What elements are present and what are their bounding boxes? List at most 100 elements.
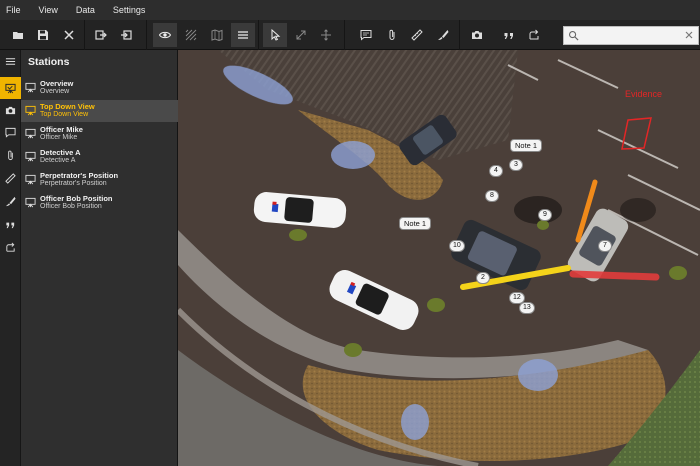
station-name: Overview: [40, 79, 74, 88]
list-menu-icon: [238, 31, 248, 39]
rail-comment-button[interactable]: [0, 121, 21, 143]
toolbar-separator: [258, 20, 259, 50]
move-tool-button[interactable]: [314, 23, 338, 47]
station-name: Perpetrator's Position: [40, 171, 119, 180]
search-input[interactable]: [580, 28, 680, 43]
menu-file[interactable]: File: [6, 5, 21, 15]
station-name: Officer Mike: [40, 125, 83, 134]
station-icon: [25, 174, 36, 185]
camera-icon: [472, 31, 482, 39]
stations-icon: [5, 83, 16, 93]
left-tool-rail: [0, 50, 21, 466]
comment-icon: [360, 30, 372, 41]
marker-4[interactable]: 4: [489, 165, 503, 177]
menu-settings[interactable]: Settings: [113, 5, 146, 15]
open-folder-icon: [13, 32, 23, 39]
rail-quote-button[interactable]: [0, 213, 21, 235]
scene-viewport[interactable]: Evidence Note 1 Note 1 3 4 8 9 10 7 2 12…: [178, 50, 700, 466]
hamburger-menu-icon: [5, 57, 16, 65]
visibility-button[interactable]: [153, 23, 177, 47]
pointer-tool-button[interactable]: [263, 23, 287, 47]
rail-attachment-button[interactable]: [0, 144, 21, 166]
toolbar-separator: [459, 20, 460, 50]
clear-search-icon[interactable]: [684, 30, 694, 40]
station-item-officer-mike[interactable]: Officer Mike Officer Mike: [21, 123, 178, 145]
point-density-button[interactable]: [179, 23, 203, 47]
export-button[interactable]: [114, 23, 138, 47]
brush-icon: [5, 196, 16, 206]
comment-tool-button[interactable]: [354, 23, 378, 47]
station-item-detective-a[interactable]: Detective A Detective A: [21, 146, 178, 168]
station-name: Detective A: [40, 148, 81, 157]
app-window: File View Data Settings Stations Overvie…: [0, 0, 700, 466]
station-item-overview[interactable]: Overview Overview: [21, 77, 178, 99]
evidence-label[interactable]: Evidence: [625, 89, 662, 99]
attachment-tool-button[interactable]: [380, 23, 404, 47]
station-subtitle: Overview: [40, 88, 70, 95]
station-subtitle: Perpetrator's Position: [40, 180, 107, 187]
rail-share-button[interactable]: [0, 236, 21, 258]
close-icon: [64, 30, 74, 40]
stations-title: Stations: [28, 56, 70, 68]
brush-tool-button[interactable]: [431, 23, 455, 47]
car-shadow: [514, 196, 562, 224]
measure-tool-button[interactable]: [405, 23, 429, 47]
comment-icon: [5, 127, 16, 138]
toolbar-separator: [146, 20, 147, 50]
station-icon: [25, 197, 36, 208]
share-icon: [6, 242, 15, 252]
close-button[interactable]: [57, 23, 81, 47]
trajectory-red: [569, 270, 660, 281]
eye-icon: [159, 31, 171, 39]
station-subtitle: Top Down View: [40, 111, 89, 118]
marker-2[interactable]: 2: [476, 272, 490, 284]
search-box[interactable]: [563, 26, 699, 45]
open-folder-button[interactable]: [6, 23, 30, 47]
marker-13[interactable]: 13: [519, 302, 535, 314]
search-icon: [569, 31, 579, 41]
menu-view[interactable]: View: [39, 5, 58, 15]
rail-camera-button[interactable]: [0, 99, 21, 121]
attachment-icon: [8, 150, 13, 160]
marker-3[interactable]: 3: [509, 159, 523, 171]
camera-tool-button[interactable]: [465, 23, 489, 47]
map-button[interactable]: [205, 23, 229, 47]
station-subtitle: Detective A: [40, 157, 76, 164]
station-name: Top Down View: [40, 102, 95, 111]
attachment-icon: [389, 29, 395, 40]
station-icon: [25, 128, 36, 139]
marker-9[interactable]: 9: [538, 209, 552, 221]
save-button[interactable]: [31, 23, 55, 47]
import-icon: [95, 30, 107, 40]
marker-10[interactable]: 10: [449, 240, 465, 252]
expand-tool-button[interactable]: [289, 23, 313, 47]
export-icon: [121, 30, 132, 40]
rail-menu-button[interactable]: [0, 50, 21, 72]
rail-stations-button[interactable]: [0, 77, 21, 99]
note-marker[interactable]: Note 1: [510, 139, 543, 152]
note-marker[interactable]: Note 1: [399, 217, 432, 230]
marker-7[interactable]: 7: [598, 240, 612, 252]
share-tool-button[interactable]: [522, 23, 546, 47]
rail-brush-button[interactable]: [0, 190, 21, 212]
station-name: Officer Bob Position: [40, 194, 113, 203]
station-item-officer-bob-position[interactable]: Officer Bob Position Officer Bob Positio…: [21, 192, 178, 214]
quote-tool-button[interactable]: [497, 23, 521, 47]
station-item-top-down-view[interactable]: Top Down View Top Down View: [21, 100, 178, 122]
marker-8[interactable]: 8: [485, 190, 499, 202]
camera-icon: [5, 106, 16, 114]
share-icon: [529, 29, 539, 40]
import-button[interactable]: [89, 23, 113, 47]
car-shadow: [620, 198, 656, 222]
station-subtitle: Officer Mike: [40, 134, 78, 141]
stations-panel: Stations Overview Overview Top Down View…: [21, 50, 178, 466]
rail-measure-button[interactable]: [0, 167, 21, 189]
station-subtitle: Officer Bob Position: [40, 203, 102, 210]
station-icon: [25, 82, 36, 93]
station-item-perpetrators-position[interactable]: Perpetrator's Position Perpetrator's Pos…: [21, 169, 178, 191]
quote-icon: [504, 33, 513, 39]
brush-icon: [438, 30, 449, 40]
move-icon: [321, 29, 331, 41]
list-menu-button[interactable]: [231, 23, 255, 47]
menu-data[interactable]: Data: [76, 5, 95, 15]
